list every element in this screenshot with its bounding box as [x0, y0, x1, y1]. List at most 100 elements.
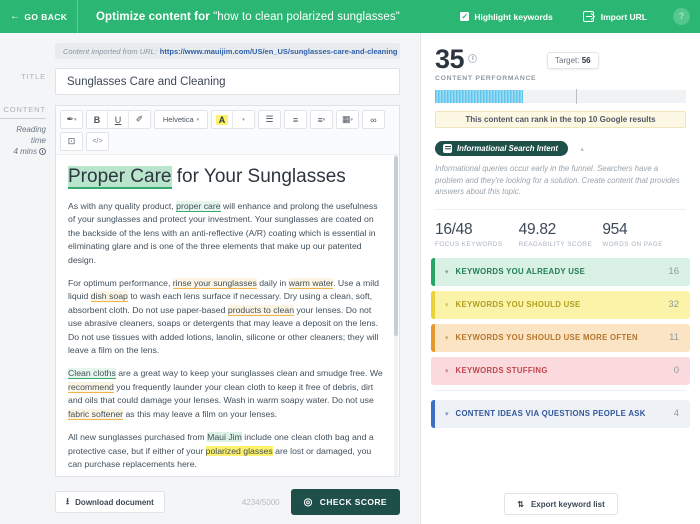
p3-text-a: are a great way to keep your sunglasses …	[116, 368, 383, 378]
go-back-button[interactable]: ← GO BACK	[0, 12, 77, 22]
underline-button[interactable]: U	[108, 111, 129, 128]
text-highlight-button[interactable]: A	[212, 111, 233, 128]
image-icon[interactable]: ⊡	[61, 133, 82, 150]
link-icon[interactable]: ∞	[363, 111, 384, 128]
keyword-group-should-use[interactable]: ▾ KEYWORDS YOU SHOULD USE 32	[431, 291, 690, 319]
doc-heading: Proper Care for Your Sunglasses	[68, 165, 387, 189]
stat-words-on-page: 954 WORDS ON PAGE	[602, 221, 686, 248]
editor-footer: ⭳ Download document 4234/5000 ◎ CHECK SC…	[55, 480, 400, 524]
indent-icon[interactable]: ≡	[285, 111, 306, 128]
doc-paragraph-4: All new sunglasses purchased from Maui J…	[68, 431, 387, 471]
table-icon[interactable]: ▦▾	[337, 111, 358, 128]
title-row: TITLE	[0, 68, 420, 95]
page-title-prefix: Optimize content for	[96, 11, 210, 23]
top-header-bar: ← GO BACK Optimize content for "how to c…	[0, 0, 700, 33]
toolbar-group-code: </>	[86, 132, 109, 151]
clear-format-icon[interactable]: ✐	[129, 111, 150, 128]
bold-button[interactable]: B	[87, 111, 108, 128]
highlight-a-icon: A	[216, 115, 229, 125]
group-accent-bar	[431, 324, 435, 352]
magic-glyph: ✒	[66, 114, 74, 125]
p1-text-a: As with any quality product,	[68, 201, 176, 211]
align-icon[interactable]: ≡▾	[311, 111, 332, 128]
keyword-highlight-yellow: recommend	[68, 382, 114, 393]
score-value: 35	[435, 44, 464, 74]
reading-time: Reading time 4 mins	[0, 124, 46, 157]
content-ideas-group[interactable]: ▾ CONTENT IDEAS VIA QUESTIONS PEOPLE ASK…	[431, 400, 690, 428]
chevron-up-icon[interactable]: ▴	[580, 145, 584, 153]
keyword-group-label: KEYWORDS YOU ALREADY USE	[456, 267, 586, 276]
search-intent-label: Informational Search Intent	[457, 144, 558, 153]
editor-scrollbar-thumb[interactable]	[394, 156, 398, 336]
stat-label: WORDS ON PAGE	[602, 241, 686, 248]
toolbar-group-align: ≡▾	[310, 110, 333, 129]
table-glyph: ▦	[342, 114, 351, 125]
chevron-down-icon[interactable]: ▾	[445, 268, 449, 276]
download-document-label: Download document	[75, 498, 154, 507]
reading-time-value-wrap: 4 mins	[0, 146, 46, 157]
chevron-down-icon: ▾	[323, 117, 326, 123]
content-ideas-label: CONTENT IDEAS VIA QUESTIONS PEOPLE ASK	[456, 409, 646, 418]
chevron-down-icon[interactable]: ▾	[445, 301, 449, 309]
keyword-group-label: KEYWORDS YOU SHOULD USE MORE OFTEN	[456, 333, 638, 342]
toolbar-group-table: ▦▾	[336, 110, 359, 129]
keyword-group-use-more-often[interactable]: ▾ KEYWORDS YOU SHOULD USE MORE OFTEN 11	[431, 324, 690, 352]
target-value: 56	[582, 56, 591, 65]
chevron-down-icon[interactable]: ▾	[445, 410, 449, 418]
download-document-button[interactable]: ⭳ Download document	[55, 491, 165, 513]
help-button[interactable]: ?	[673, 8, 690, 25]
clock-icon	[39, 148, 46, 155]
stats-row: 16/48 FOCUS KEYWORDS 49.82 READABILITY S…	[421, 210, 700, 248]
info-icon[interactable]: i	[468, 54, 477, 63]
download-icon: ⭳	[66, 494, 69, 510]
stat-value: 16/48	[435, 221, 519, 239]
magic-wand-icon[interactable]: ✒▾	[61, 111, 82, 128]
score-block: 35 i CONTENT PERFORMANCE	[435, 46, 536, 82]
analytics-footer: ⇅ Export keyword list	[421, 484, 700, 524]
stat-readability-score: 49.82 READABILITY SCORE	[519, 221, 603, 248]
keyword-group-stuffing[interactable]: ▾ KEYWORDS STUFFING 0	[431, 357, 690, 385]
toolbar-group-image: ⊡	[60, 132, 83, 151]
check-score-button[interactable]: ◎ CHECK SCORE	[291, 489, 400, 515]
title-input[interactable]	[55, 68, 400, 95]
reading-time-value: 4 mins	[13, 147, 37, 156]
import-url-button[interactable]: Import URL	[583, 11, 647, 22]
performance-progress-fill	[435, 90, 523, 103]
bullet-list-icon[interactable]: ☰	[259, 111, 280, 128]
search-intent-description: Informational queries occur early in the…	[435, 163, 686, 198]
code-view-icon[interactable]: </>	[87, 133, 108, 150]
doc-paragraph-3: Clean cloths are a great way to keep you…	[68, 367, 387, 421]
keyword-group-count: 0	[674, 365, 679, 376]
content-performance-label: CONTENT PERFORMANCE	[435, 75, 536, 82]
checkbox-checked-icon[interactable]: ✓	[460, 12, 469, 21]
toolbar-group-link: ∞	[362, 110, 385, 129]
check-score-label: CHECK SCORE	[320, 497, 387, 507]
keyword-group-label: KEYWORDS STUFFING	[456, 366, 548, 375]
highlight-keywords-toggle[interactable]: ✓ Highlight keywords	[460, 12, 552, 22]
chevron-down-icon: ▾	[197, 117, 200, 123]
toolbar-group-highlight: A ▾	[211, 110, 255, 129]
chevron-down-icon[interactable]: ▾	[445, 334, 449, 342]
group-accent-bar	[431, 291, 435, 319]
content-label-column: CONTENT Reading time 4 mins	[0, 105, 55, 157]
keyword-highlight-yellow: rinse your sunglasses	[173, 278, 257, 289]
keyword-list-divider	[435, 390, 686, 391]
chevron-down-icon[interactable]: ▾	[445, 367, 449, 375]
export-keyword-list-label: Export keyword list	[531, 500, 605, 509]
highlight-color-dropdown[interactable]: ▾	[233, 111, 254, 128]
keyword-group-count: 11	[669, 332, 679, 343]
export-keyword-list-button[interactable]: ⇅ Export keyword list	[504, 493, 618, 515]
page-title: Optimize content for "how to clean polar…	[96, 11, 400, 23]
keyword-group-already-use[interactable]: ▾ KEYWORDS YOU ALREADY USE 16	[431, 258, 690, 286]
stat-focus-keywords: 16/48 FOCUS KEYWORDS	[435, 221, 519, 248]
toolbar-group-format: B U ✐	[86, 110, 151, 129]
imported-label: Content imported from URL:	[63, 47, 157, 56]
document-body[interactable]: Proper Care for Your Sunglasses As with …	[56, 155, 399, 476]
content-ideas-count: 4	[674, 408, 679, 419]
font-family-select[interactable]: Helvetica▾	[155, 111, 207, 128]
imported-url-link[interactable]: https://www.mauijim.com/US/en_US/sunglas…	[160, 47, 398, 56]
group-accent-bar	[431, 357, 435, 385]
content-label: CONTENT	[0, 105, 46, 114]
imported-row: Content imported from URL: https://www.m…	[0, 33, 420, 59]
editor-pane: Content imported from URL: https://www.m…	[0, 33, 420, 524]
